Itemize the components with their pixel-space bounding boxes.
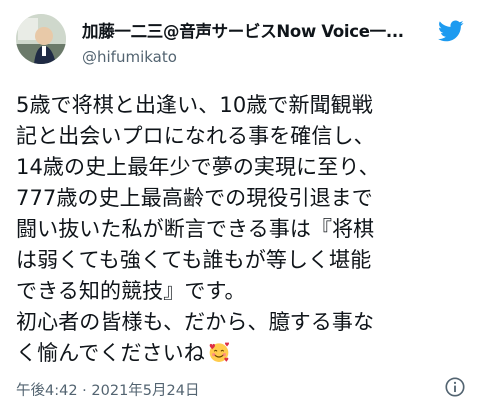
tweet-text: 5歳で将棋と出逢い、10歳で新聞観戦 記と出会いプロになれる事を確信し、 14歳… [16,90,468,369]
tweet-timestamp[interactable]: 午後4:42 · 2021年5月24日 [16,379,199,400]
twitter-bird-icon[interactable] [436,18,466,44]
tweet-footer: 午後4:42 · 2021年5月24日 [16,376,466,400]
smiling-face-with-hearts-emoji [209,342,229,362]
tweet-text-line: 記と出会いプロになれる事を確信し、 [16,124,375,148]
tweet-card: 加藤一二三@音声サービスNow Voice一... @hifumikato 5歳… [0,0,480,407]
tweet-text-line: 14歳の史上最年少で夢の実現に至り、 [16,155,380,179]
tweet-text-line: できる知的競技』です。 [16,279,246,303]
tweet-header: 加藤一二三@音声サービスNow Voice一... @hifumikato [16,14,466,76]
tweet-text-line: 初心者の皆様も、だから、臆する事な [16,310,375,334]
display-name[interactable]: 加藤一二三@音声サービスNow Voice一... [82,22,404,41]
tweet-text-line: 闘い抜いた私が断言できる事は『将棋 [16,217,375,241]
info-icon[interactable] [444,376,466,398]
tweet-text-line-last: く愉んでくださいね [16,338,468,369]
tweet-text-line: 777歳の史上最高齢での現役引退まで [16,186,373,210]
user-handle[interactable]: @hifumikato [82,48,177,66]
tweet-text-line: 5歳で将棋と出逢い、10歳で新聞観戦 [16,93,373,117]
avatar-photo [16,14,66,64]
avatar[interactable] [16,14,66,64]
tweet-text-line: は弱くても強くても誰もが等しく堪能 [16,248,372,272]
display-name-row[interactable]: 加藤一二三@音声サービスNow Voice一... [82,18,422,42]
tweet-text-line: く愉んでくださいね [16,341,205,365]
